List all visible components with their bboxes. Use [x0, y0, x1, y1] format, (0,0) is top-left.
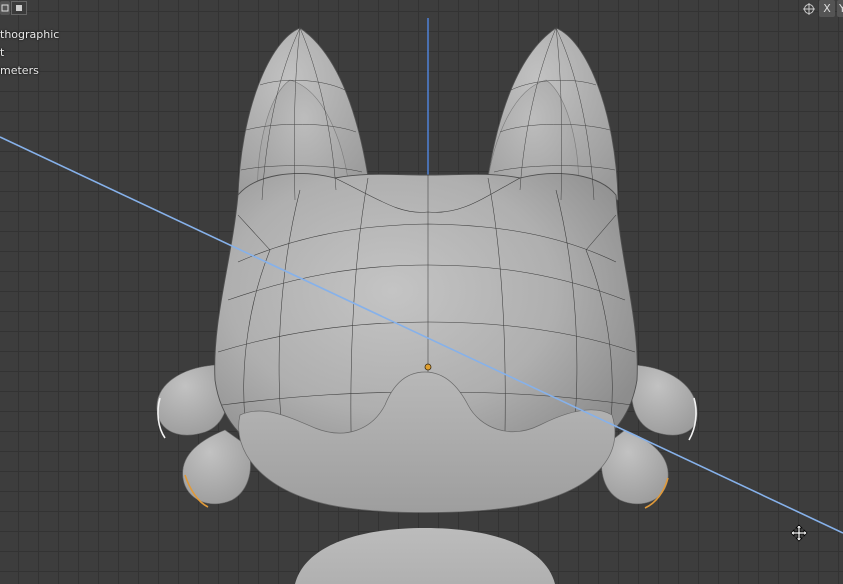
- 3d-viewport[interactable]: thographic t meters X Y: [0, 0, 843, 584]
- navigate-gizmo-icon[interactable]: [801, 1, 817, 16]
- y-axis-toggle[interactable]: Y: [837, 0, 843, 17]
- x-axis-toggle[interactable]: X: [819, 0, 835, 17]
- view-modes-icon[interactable]: [0, 1, 10, 15]
- gizmo-toggle-icon[interactable]: [11, 1, 27, 15]
- body-mesh: [295, 528, 555, 584]
- collection-label: t: [0, 46, 5, 59]
- origin-icon: [424, 363, 432, 371]
- view-mode-label: thographic: [0, 28, 60, 41]
- viewport-scene: [0, 18, 843, 584]
- cursor-move-icon: [790, 524, 808, 542]
- units-label: meters: [0, 64, 39, 77]
